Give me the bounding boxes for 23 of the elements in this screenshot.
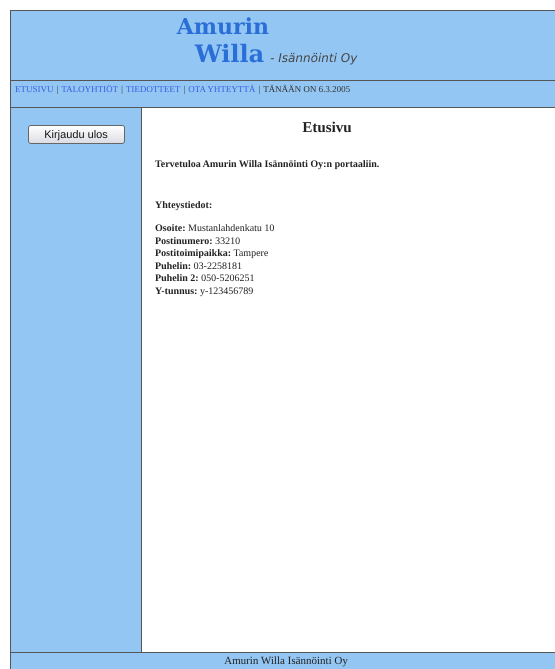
- welcome-text: Tervetuloa Amurin Willa Isännöinti Oy:n portaaliin.: [155, 159, 380, 170]
- date-text: TÄNÄÄN ON 6.3.2005: [263, 84, 350, 94]
- page-title: Etusivu: [301, 120, 353, 137]
- tagline: - Isännöinti Oy: [270, 51, 358, 65]
- nav-separator: |: [183, 84, 186, 94]
- logout-button[interactable]: Kirjaudu ulos: [28, 125, 124, 144]
- contact-line: Postitoimipaikka: Tampere: [155, 248, 270, 260]
- logo-text: Willa: [194, 39, 264, 69]
- nav-link[interactable]: OTA YHTEYTTÄ: [188, 84, 256, 94]
- nav-separator: |: [121, 84, 123, 94]
- contact-line: Y-tunnus: y-123456789: [155, 286, 254, 298]
- nav-link[interactable]: ETUSIVU: [15, 84, 54, 94]
- contact-line: Osoite: Mustanlahdenkatu 10: [155, 223, 276, 236]
- nav-separator: |: [258, 84, 260, 94]
- section-heading: Yhteystiedot:: [155, 200, 214, 211]
- nav-separator: |: [56, 84, 58, 94]
- footer-text: Amurin Willa Isännöinti Oy: [224, 655, 348, 667]
- nav-link[interactable]: TALOYHTIÖT: [61, 84, 118, 94]
- nav-link[interactable]: TIEDOTTEET: [126, 84, 180, 94]
- logo-text: Amurin: [176, 15, 270, 39]
- contact-line: Puhelin: 03-2258181: [155, 260, 243, 273]
- contact-line: Postinumero: 33210: [155, 236, 242, 248]
- contact-line: Puhelin 2: 050-5206251: [155, 273, 256, 286]
